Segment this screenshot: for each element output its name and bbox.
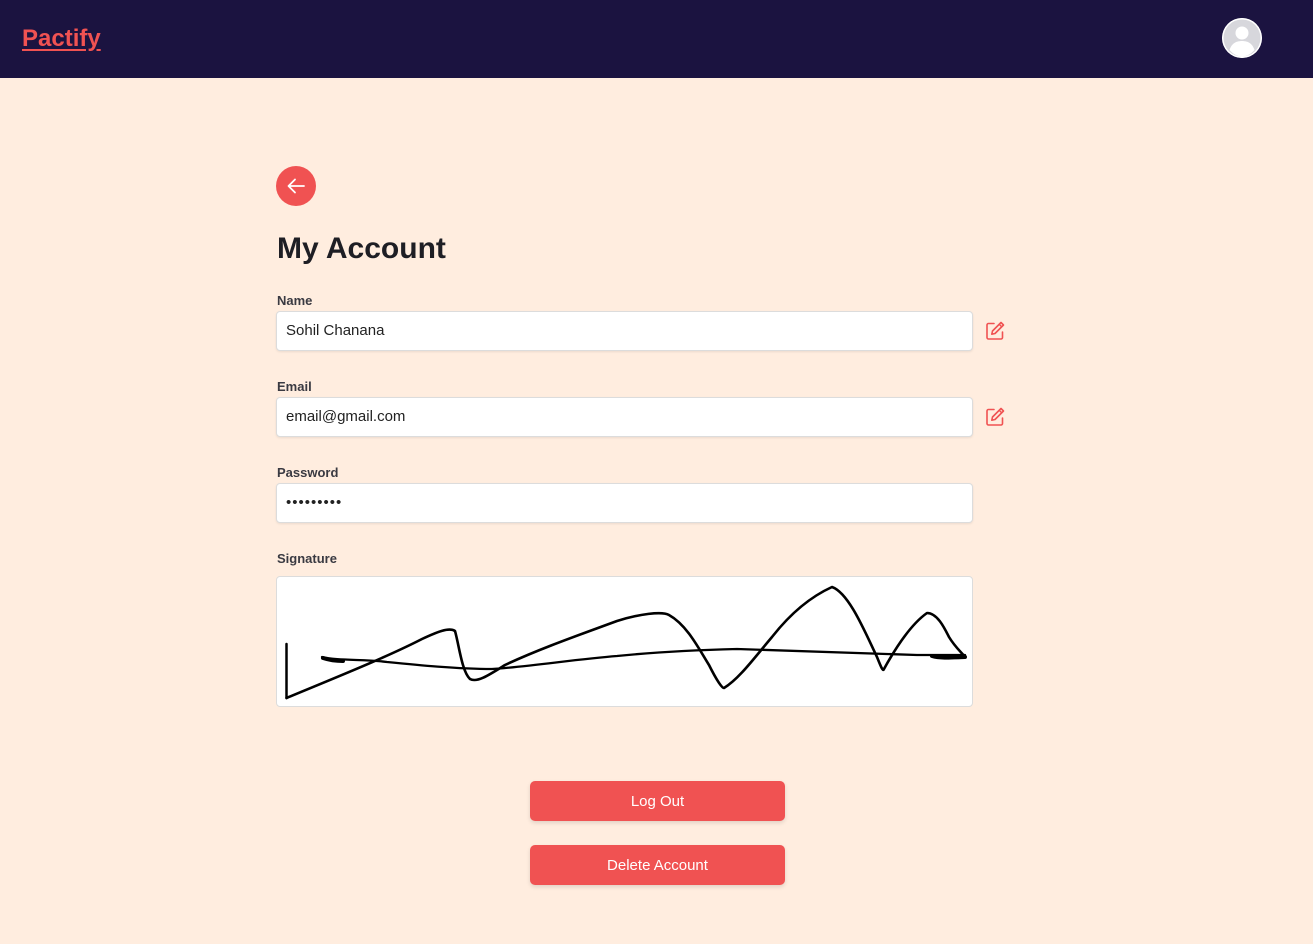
page-title: My Account bbox=[277, 232, 446, 265]
top-navbar: Pactify bbox=[0, 0, 1313, 78]
name-label: Name bbox=[277, 293, 313, 308]
delete-account-button[interactable]: Delete Account bbox=[530, 845, 785, 885]
name-field[interactable]: Sohil Chanana bbox=[276, 311, 973, 351]
log-out-button[interactable]: Log Out bbox=[530, 781, 785, 821]
arrow-left-icon bbox=[287, 178, 305, 194]
email-field[interactable]: email@gmail.com bbox=[276, 397, 973, 437]
password-label: Password bbox=[277, 465, 339, 480]
signature-drawing bbox=[285, 585, 967, 700]
signature-pad[interactable] bbox=[276, 576, 973, 707]
back-button[interactable] bbox=[276, 166, 316, 206]
password-field[interactable]: ••••••••• bbox=[276, 483, 973, 523]
brand-logo-link[interactable]: Pactify bbox=[22, 25, 101, 53]
user-avatar-icon[interactable] bbox=[1222, 18, 1262, 58]
signature-label: Signature bbox=[277, 551, 337, 566]
edit-email-pencil-icon[interactable] bbox=[984, 406, 1006, 428]
email-label: Email bbox=[277, 379, 312, 394]
edit-name-pencil-icon[interactable] bbox=[984, 320, 1006, 342]
